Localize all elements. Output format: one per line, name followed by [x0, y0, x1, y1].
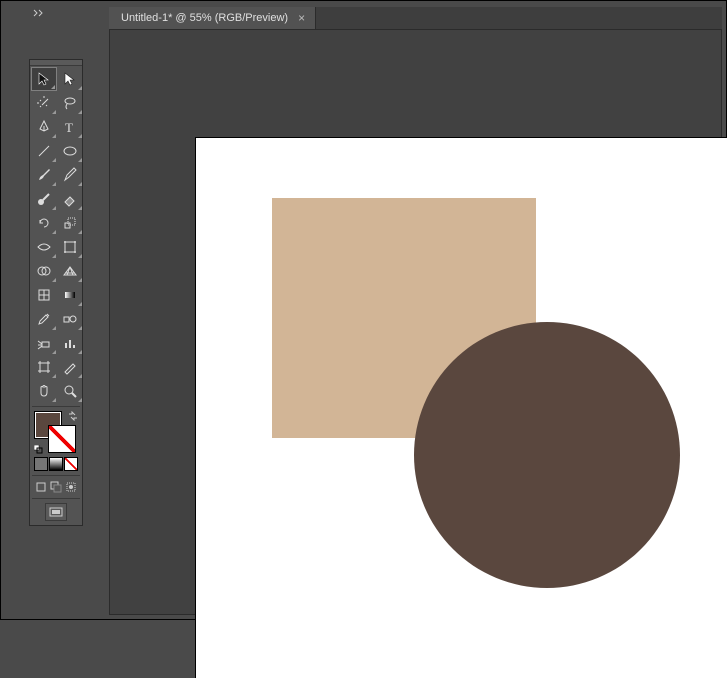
hand-tool[interactable]: [31, 379, 57, 403]
ellipse-shape-tool[interactable]: [57, 139, 83, 163]
free-transform-tool[interactable]: [57, 235, 83, 259]
fill-stroke-swatches: [34, 411, 78, 455]
column-graph-tool[interactable]: [57, 331, 83, 355]
color-mode-gradient[interactable]: [49, 457, 63, 471]
color-mode-none[interactable]: [64, 457, 78, 471]
symbol-sprayer-tool[interactable]: [31, 331, 57, 355]
artboard-tool[interactable]: [31, 355, 57, 379]
eraser-tool[interactable]: [57, 187, 83, 211]
blend-tool[interactable]: [57, 307, 83, 331]
paintbrush-tool[interactable]: [31, 163, 57, 187]
gradient-tool[interactable]: [57, 283, 83, 307]
color-mode-solid[interactable]: [34, 457, 48, 471]
scale-tool[interactable]: [57, 211, 83, 235]
blob-brush-tool[interactable]: [31, 187, 57, 211]
swap-fill-stroke-icon[interactable]: [68, 411, 78, 421]
close-tab-icon[interactable]: ×: [298, 11, 305, 25]
mesh-tool[interactable]: [31, 283, 57, 307]
perspective-grid-tool[interactable]: [57, 259, 83, 283]
shape-builder-tool[interactable]: [31, 259, 57, 283]
circle-shape[interactable]: [414, 322, 680, 588]
lasso-tool[interactable]: [57, 91, 83, 115]
type-tool[interactable]: T: [57, 115, 83, 139]
document-tab-title: Untitled-1* @ 55% (RGB/Preview): [121, 12, 288, 24]
default-fill-stroke-icon[interactable]: [34, 445, 44, 455]
svg-text:T: T: [65, 120, 73, 135]
line-segment-tool[interactable]: [31, 139, 57, 163]
rotate-tool[interactable]: [31, 211, 57, 235]
document-tab[interactable]: Untitled-1* @ 55% (RGB/Preview) ×: [109, 7, 316, 29]
selection-tool[interactable]: [31, 67, 57, 91]
toolbox-panel: T: [29, 59, 83, 526]
pencil-tool[interactable]: [57, 163, 83, 187]
pen-tool[interactable]: [31, 115, 57, 139]
magic-wand-tool[interactable]: [31, 91, 57, 115]
workarea[interactable]: [109, 29, 722, 615]
slice-tool[interactable]: [57, 355, 83, 379]
zoom-tool[interactable]: [57, 379, 83, 403]
stroke-color-swatch[interactable]: [48, 425, 76, 453]
artboard-canvas[interactable]: [196, 138, 727, 678]
width-tool[interactable]: [31, 235, 57, 259]
direct-selection-tool[interactable]: [57, 67, 83, 91]
change-screen-mode[interactable]: [45, 503, 67, 521]
draw-inside-mode[interactable]: [64, 480, 78, 494]
draw-behind-mode[interactable]: [49, 480, 63, 494]
document-tab-bar: Untitled-1* @ 55% (RGB/Preview) ×: [109, 7, 722, 29]
draw-normal-mode[interactable]: [34, 480, 48, 494]
panel-collapse-toggle[interactable]: [29, 7, 51, 19]
eyedropper-tool[interactable]: [31, 307, 57, 331]
